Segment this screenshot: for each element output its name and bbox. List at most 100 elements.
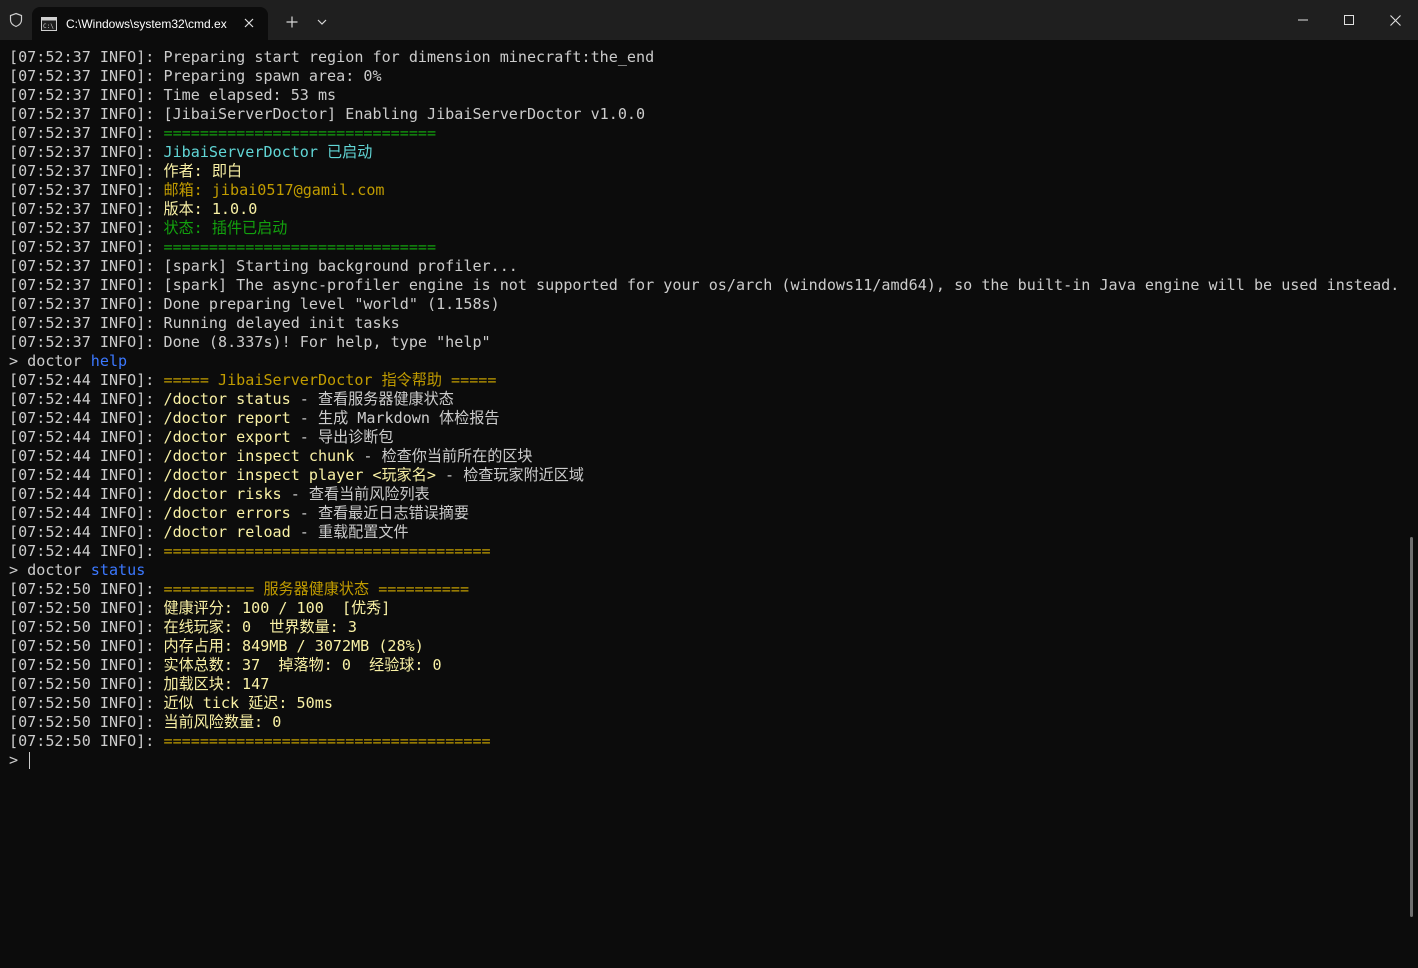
shield-icon[interactable] [0,0,32,40]
console-line: [07:52:50 INFO]: ========== 服务器健康状态 ====… [9,580,1399,599]
console-text: 加载区块: 147 [163,675,270,693]
console-text: [07:52:50 INFO]: [9,618,164,636]
console-text: /doctor inspect player <玩家名> [163,466,436,484]
close-icon [1389,14,1401,26]
plus-icon[interactable] [282,12,302,32]
terminal-output[interactable]: [07:52:37 INFO]: Preparing start region … [0,40,1418,968]
console-text: ============================== [163,238,437,256]
scrollbar[interactable] [1410,537,1413,917]
console-text: - 导出诊断包 [290,428,394,446]
console-line: [07:52:37 INFO]: JibaiServerDoctor 已启动 [9,143,1399,162]
console-text: [07:52:37 INFO]: Done (8.337s)! For help… [9,333,491,351]
chevron-down-icon[interactable] [312,12,332,32]
console-line: [07:52:37 INFO]: [JibaiServerDoctor] Ena… [9,105,1399,124]
console-text: 当前风险数量: 0 [163,713,282,731]
console-text: 健康评分: 100 / 100 [优秀] [163,599,391,617]
console-text: [07:52:44 INFO]: [9,390,164,408]
console-text: [07:52:37 INFO]: Preparing spawn area: 0… [9,67,382,85]
console-text: /doctor status [163,390,291,408]
console-text: - 检查玩家附近区域 [435,466,584,484]
console-text: [07:52:37 INFO]: Done preparing level "w… [9,295,500,313]
console-text: ============================== [163,124,437,142]
console-text: [07:52:50 INFO]: [9,599,164,617]
console-lines: [07:52:37 INFO]: Preparing start region … [9,48,1399,770]
console-text: [07:52:37 INFO]: [9,238,164,256]
console-line: [07:52:44 INFO]: /doctor export - 导出诊断包 [9,428,1399,447]
console-line: [07:52:37 INFO]: 作者: 即白 [9,162,1399,181]
console-text: [07:52:37 INFO]: [9,124,164,142]
minimize-button[interactable] [1280,0,1326,40]
console-text: [07:52:37 INFO]: [9,162,164,180]
console-text: /doctor reload [163,523,291,541]
tab-cmd[interactable]: C:\ C:\Windows\system32\cmd.ex [32,7,268,40]
console-text: [07:52:50 INFO]: [9,694,164,712]
console-text: 邮箱: jibai0517@gamil.com [163,181,385,199]
prompt-symbol: > [9,751,28,769]
console-line: [07:52:37 INFO]: 版本: 1.0.0 [9,200,1399,219]
console-text: [07:52:37 INFO]: [JibaiServerDoctor] Ena… [9,105,646,123]
console-line: [07:52:50 INFO]: =======================… [9,732,1399,751]
console-text: [07:52:44 INFO]: [9,428,164,446]
tab-title: C:\Windows\system32\cmd.ex [66,16,227,31]
console-text: [07:52:44 INFO]: [9,409,164,427]
console-text: - 检查你当前所在的区块 [354,447,533,465]
console-text: - 重载配置文件 [290,523,409,541]
console-line: [07:52:44 INFO]: =======================… [9,542,1399,561]
console-line: [07:52:44 INFO]: ===== JibaiServerDoctor… [9,371,1399,390]
console-line: [07:52:37 INFO]: Running delayed init ta… [9,314,1399,333]
console-text: [07:52:37 INFO]: [9,219,164,237]
console-text: [07:52:44 INFO]: [9,371,164,389]
console-line: [07:52:37 INFO]: Done (8.337s)! For help… [9,333,1399,352]
close-icon[interactable] [240,14,258,32]
console-text: 实体总数: 37 掉落物: 0 经验球: 0 [163,656,442,674]
console-text: status [90,561,146,579]
console-text: - 查看当前风险列表 [281,485,430,503]
console-text: [07:52:44 INFO]: [9,447,164,465]
console-text: 版本: 1.0.0 [163,200,258,218]
console-text: [07:52:44 INFO]: [9,523,164,541]
console-line: [07:52:37 INFO]: =======================… [9,124,1399,143]
minimize-icon [1298,19,1308,21]
console-text: [07:52:44 INFO]: [9,504,164,522]
console-line: > doctor status [9,561,1399,580]
console-text: ===== JibaiServerDoctor 指令帮助 ===== [163,371,497,389]
console-text: /doctor inspect chunk [163,447,355,465]
console-line: [07:52:37 INFO]: =======================… [9,238,1399,257]
console-text: [07:52:37 INFO]: [spark] Starting backgr… [9,257,518,275]
console-line: [07:52:37 INFO]: 状态: 插件已启动 [9,219,1399,238]
console-line: [07:52:37 INFO]: Preparing start region … [9,48,1399,67]
console-text: /doctor risks [163,485,282,503]
console-text: [07:52:50 INFO]: [9,580,164,598]
console-text: [07:52:37 INFO]: [9,143,164,161]
console-text: ==================================== [163,732,491,750]
console-text: JibaiServerDoctor 已启动 [163,143,373,161]
console-text: 状态: 插件已启动 [163,219,288,237]
console-line: [07:52:44 INFO]: /doctor status - 查看服务器健… [9,390,1399,409]
console-line: [07:52:44 INFO]: /doctor inspect player … [9,466,1399,485]
console-line: [07:52:50 INFO]: 加载区块: 147 [9,675,1399,694]
console-line: [07:52:37 INFO]: [spark] The async-profi… [9,276,1399,295]
console-text: [07:52:37 INFO]: [9,181,164,199]
close-window-button[interactable] [1372,0,1418,40]
console-text: [07:52:37 INFO]: [spark] The async-profi… [9,276,1400,294]
console-text: /doctor errors [163,504,291,522]
console-line: [07:52:37 INFO]: 邮箱: jibai0517@gamil.com [9,181,1399,200]
console-line: [07:52:50 INFO]: 健康评分: 100 / 100 [优秀] [9,599,1399,618]
maximize-button[interactable] [1326,0,1372,40]
console-text: > doctor [9,561,91,579]
console-line: [07:52:44 INFO]: /doctor inspect chunk -… [9,447,1399,466]
console-text: > doctor [9,352,91,370]
console-text: 近似 tick 延迟: 50ms [163,694,333,712]
console-line: [07:52:50 INFO]: 实体总数: 37 掉落物: 0 经验球: 0 [9,656,1399,675]
console-line: [07:52:44 INFO]: /doctor errors - 查看最近日志… [9,504,1399,523]
cmd-icon: C:\ [41,16,57,32]
console-line: > doctor help [9,352,1399,371]
console-line: [07:52:37 INFO]: [spark] Starting backgr… [9,257,1399,276]
title-bar: C:\ C:\Windows\system32\cmd.ex [0,0,1418,40]
console-text: [07:52:37 INFO]: Time elapsed: 53 ms [9,86,337,104]
console-text: [07:52:50 INFO]: [9,713,164,731]
console-text: [07:52:44 INFO]: [9,466,164,484]
console-text: [07:52:44 INFO]: [9,542,164,560]
command-prompt[interactable]: > [9,751,1399,770]
console-text: [07:52:50 INFO]: [9,637,164,655]
